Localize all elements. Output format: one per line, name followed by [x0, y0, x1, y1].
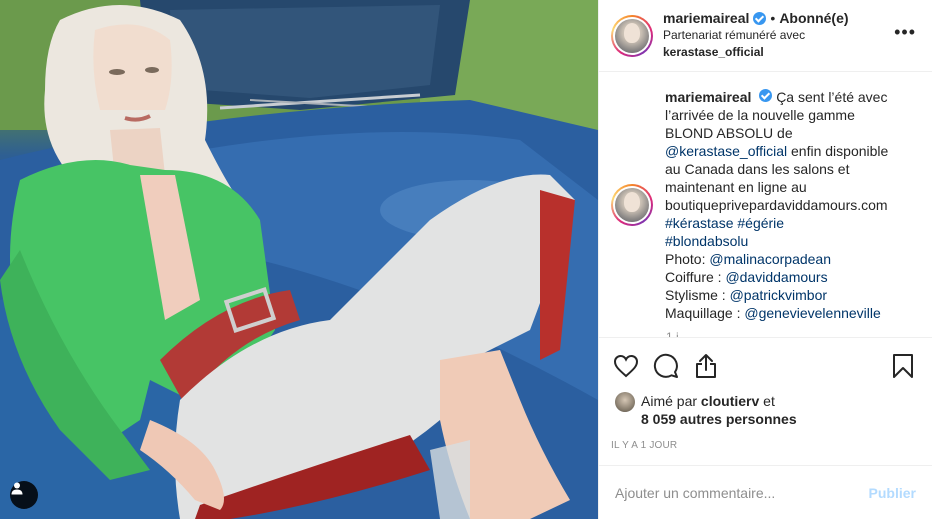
credit-mention-link[interactable]: @patrickvimbor [730, 287, 827, 303]
caption-text: mariemaireal Ça sent l’été avec l’arrivé… [665, 88, 905, 322]
post-header: mariemaireal • Abonné(e) Partenariat rém… [599, 0, 932, 72]
heart-icon [613, 354, 639, 378]
share-button[interactable] [691, 351, 721, 381]
header-username-link[interactable]: mariemaireal [663, 10, 749, 27]
liker-avatar[interactable] [615, 392, 635, 412]
like-button[interactable] [611, 351, 641, 381]
caption-avatar-image [615, 188, 649, 222]
add-comment-bar: Publier [599, 465, 932, 519]
post-timestamp[interactable]: IL Y A 1 JOUR [611, 440, 918, 451]
user-tag-button[interactable] [10, 481, 38, 509]
other-likers-link[interactable]: 8 059 autres personnes [641, 411, 797, 427]
liker-username-link[interactable]: cloutierv [701, 393, 759, 409]
credit-mention-link[interactable]: @malinacorpadean [709, 251, 831, 267]
paid-partnership-line: Partenariat rémunéré avec kerastase_offi… [663, 27, 888, 61]
photo-illustration [0, 0, 598, 519]
hashtag-link[interactable]: #blondabsolu [665, 233, 748, 249]
avatar[interactable] [611, 14, 653, 57]
credit-label: Coiffure : [665, 269, 726, 285]
avatar-image [615, 18, 649, 53]
post-photo[interactable] [0, 0, 598, 519]
partnership-label: Partenariat rémunéré avec [663, 28, 806, 42]
credit-label: Photo: [665, 251, 710, 267]
likes-summary: Aimé par cloutierv et 8 059 autres perso… [611, 392, 918, 428]
mention-link[interactable]: @kerastase_official [665, 143, 787, 159]
credit-label: Maquillage : [665, 305, 745, 321]
caption-verified-icon [759, 89, 773, 102]
save-button[interactable] [888, 351, 918, 381]
caption-line: boutiqueprivepardaviddamours.com [665, 197, 888, 213]
hashtag-link[interactable]: #égérie [737, 215, 784, 231]
caption-line: au Canada dans les salons et [665, 161, 850, 177]
credit-mention-link[interactable]: @genevievelenneville [744, 305, 880, 321]
verified-badge-icon [753, 12, 767, 25]
credit-mention-link[interactable]: @daviddamours [725, 269, 827, 285]
credit-label: Stylisme : [665, 287, 730, 303]
caption: mariemaireal Ça sent l’été avec l’arrivé… [611, 88, 916, 322]
user-tag-icon [11, 482, 23, 495]
follow-button[interactable]: Abonné(e) [779, 10, 848, 27]
likes-conjunction: et [763, 393, 775, 409]
caption-line: Ça sent l’été avec [776, 89, 888, 105]
comment-icon [653, 353, 678, 378]
post-side-panel: mariemaireal • Abonné(e) Partenariat rém… [598, 0, 932, 519]
separator-dot: • [770, 10, 776, 26]
instagram-post: mariemaireal • Abonné(e) Partenariat rém… [0, 0, 932, 519]
likes-prefix: Aimé par [641, 393, 698, 409]
hashtag-link[interactable]: #kérastase [665, 215, 733, 231]
partner-link[interactable]: kerastase_official [663, 45, 764, 59]
more-horizontal-icon: ••• [894, 21, 916, 42]
caption-line: maintenant en ligne au [665, 179, 807, 195]
caption-line: enfin disponible [787, 143, 889, 159]
share-icon [696, 354, 716, 378]
caption-avatar[interactable] [611, 184, 653, 226]
bookmark-icon [893, 354, 913, 378]
comments-section[interactable]: mariemaireal Ça sent l’été avec l’arrivé… [599, 72, 932, 337]
comment-input[interactable] [615, 484, 869, 501]
post-actions: Aimé par cloutierv et 8 059 autres perso… [599, 337, 932, 451]
comment-button[interactable] [651, 351, 681, 381]
caption-line: BLOND ABSOLU de [665, 125, 793, 141]
caption-age: 1 j [666, 330, 679, 337]
caption-username-link[interactable]: mariemaireal [665, 89, 751, 105]
more-options-button[interactable]: ••• [894, 23, 916, 45]
publish-button[interactable]: Publier [869, 485, 916, 501]
caption-line: l’arrivée de la nouvelle gamme [665, 107, 855, 123]
